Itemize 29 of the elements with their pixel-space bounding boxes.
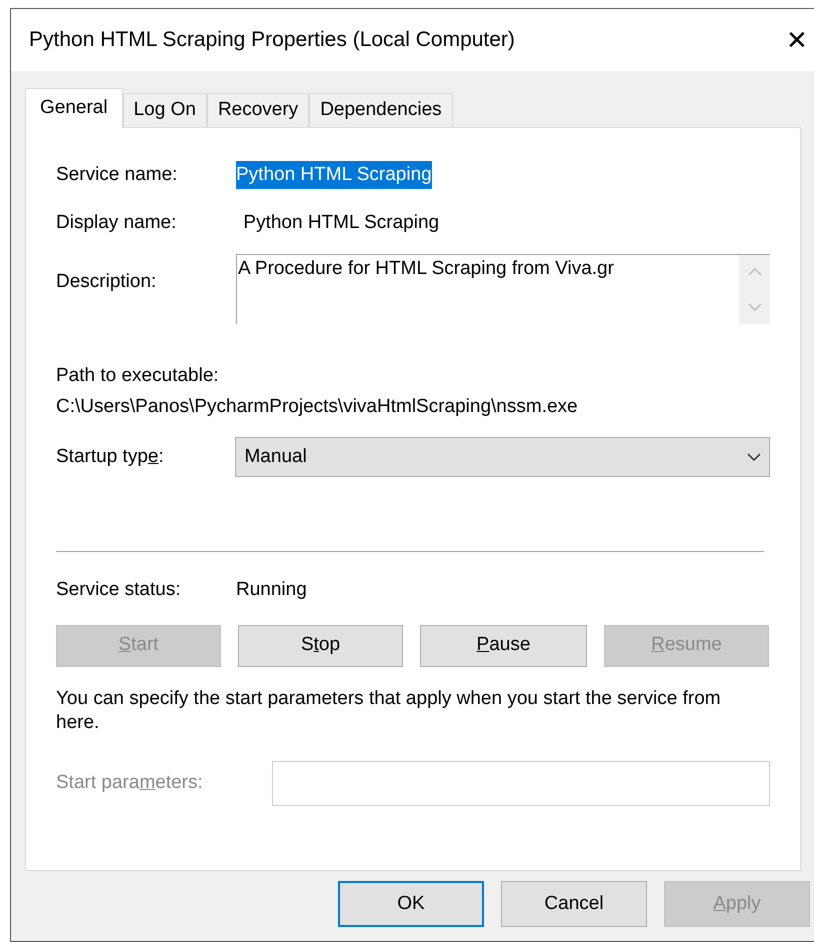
field-label: Service name: <box>56 162 178 187</box>
dialog-button[interactable]: Cancel <box>501 881 647 927</box>
display-name-value: Python HTML Scraping <box>243 210 440 235</box>
scrollbar[interactable] <box>739 255 770 324</box>
field-label: Path to executable: <box>56 364 219 388</box>
chevron-down-icon <box>747 453 761 461</box>
description-text: A Procedure for HTML Scraping from Viva.gr <box>237 257 614 281</box>
tab[interactable]: Log On <box>122 93 207 127</box>
dialog-button[interactable]: Pause <box>420 624 587 666</box>
close-button[interactable]: ✕ <box>777 27 814 53</box>
tab[interactable]: Recovery <box>206 93 310 127</box>
scroll-up-icon[interactable] <box>748 268 762 276</box>
tab[interactable]: General <box>25 88 123 128</box>
field-label: Display name: <box>56 210 176 235</box>
scroll-down-icon[interactable] <box>748 302 762 311</box>
startup-type-dropdown[interactable]: Manual <box>235 437 770 477</box>
path-value: C:\Users\Panos\PycharmProjects\vivaHtmlScraping\nssm.exe <box>56 394 578 418</box>
field-label: Service status: <box>56 578 182 602</box>
field-label: Description: <box>56 270 158 294</box>
field-label: Start parameters: <box>56 770 204 795</box>
description-field[interactable]: A Procedure for HTML Scraping from Viva.gr <box>236 254 770 324</box>
service-name-value: Python HTML Scraping <box>236 160 432 190</box>
tab[interactable]: Dependencies <box>309 93 453 127</box>
dialog-button[interactable]: Stop <box>238 624 403 666</box>
help-text: You can specify the start parameters that apply when you start the service from here. <box>56 686 722 734</box>
field-label: Startup type: <box>56 444 165 469</box>
window-title: Python HTML Scraping Properties (Local Computer) <box>29 27 515 54</box>
service-status-value: Running <box>236 578 307 602</box>
dialog-button[interactable]: OK <box>338 881 484 927</box>
